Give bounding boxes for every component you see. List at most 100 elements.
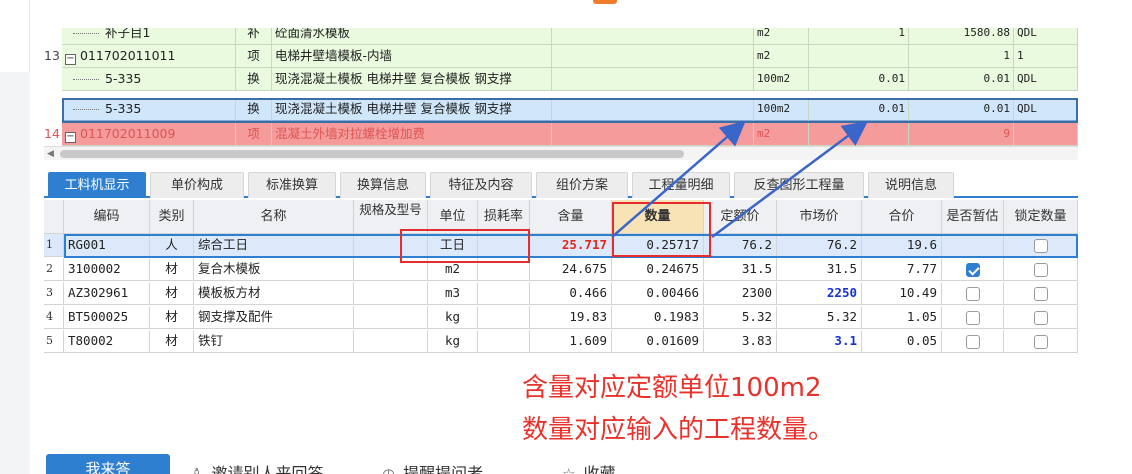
- material-category-cell[interactable]: 材: [150, 258, 194, 281]
- bill-feature-cell[interactable]: [552, 45, 754, 68]
- material-category-cell[interactable]: 材: [150, 306, 194, 329]
- scroll-left-arrow-icon[interactable]: ◀: [47, 149, 54, 159]
- bill-feature-cell[interactable]: [552, 28, 754, 45]
- header-code[interactable]: 编码: [64, 200, 150, 234]
- remind-asker-link[interactable]: ◷ 提醒提问者 ⌄: [382, 460, 501, 474]
- bill-unit-cell[interactable]: m2: [754, 123, 809, 146]
- bill-extra-cell[interactable]: [1014, 123, 1078, 146]
- bill-quantity-cell[interactable]: 1: [909, 45, 1014, 68]
- header-loss-rate[interactable]: 损耗率: [478, 200, 530, 234]
- bill-unit-cell[interactable]: 100m2: [754, 68, 809, 91]
- bill-code-cell[interactable]: 5-335: [62, 98, 236, 121]
- header-spec[interactable]: 规格及型号: [354, 200, 428, 234]
- bill-code-cell[interactable]: −011702011009: [62, 123, 236, 146]
- material-content-cell[interactable]: 25.717: [530, 234, 612, 257]
- bill-row[interactable]: 补子目1 补砼面清水模板 m2 1 1580.88 QDL: [44, 28, 1078, 45]
- favorite-link[interactable]: ☆ 收藏: [562, 460, 615, 474]
- material-market-price-cell[interactable]: 3.1: [777, 330, 862, 353]
- material-unit-cell[interactable]: kg: [428, 330, 478, 353]
- provisional-cell[interactable]: [942, 234, 1004, 257]
- material-loss-cell[interactable]: [478, 258, 530, 281]
- material-unit-cell[interactable]: m2: [428, 258, 478, 281]
- bill-quantity-expression-cell[interactable]: 0.01: [809, 68, 909, 91]
- bill-extra-cell[interactable]: QDL: [1014, 98, 1078, 121]
- material-spec-cell[interactable]: [354, 234, 428, 257]
- provisional-cell[interactable]: [942, 306, 1004, 329]
- header-quantity[interactable]: 数量: [612, 200, 704, 234]
- lock-quantity-cell[interactable]: [1004, 258, 1078, 281]
- tab-1[interactable]: 工料机显示: [48, 172, 146, 198]
- provisional-checkbox[interactable]: [965, 310, 980, 325]
- material-quantity-cell[interactable]: 0.1983: [612, 306, 704, 329]
- tab-8[interactable]: 反查图形工程量: [734, 172, 864, 198]
- bill-code-cell[interactable]: 补子目1: [62, 28, 236, 45]
- bill-type-cell[interactable]: 补: [236, 28, 272, 45]
- table-row[interactable]: 3 AZ302961 材模板板方材 m3 0.466 0.00466 2300 2250 10.…: [44, 282, 1078, 305]
- lock-quantity-checkbox[interactable]: [1033, 286, 1048, 301]
- material-quota-price-cell[interactable]: 3.83: [704, 330, 777, 353]
- material-unit-cell[interactable]: m3: [428, 282, 478, 305]
- bill-quantity-cell[interactable]: 0.01: [909, 98, 1014, 121]
- bill-quantity-expression-cell[interactable]: [809, 123, 909, 146]
- material-market-price-cell[interactable]: 5.32: [777, 306, 862, 329]
- material-quota-price-cell[interactable]: 5.32: [704, 306, 777, 329]
- bill-quantity-expression-cell[interactable]: [809, 45, 909, 68]
- bill-feature-cell[interactable]: [552, 98, 754, 121]
- table-row[interactable]: 4 BT500025 材钢支撑及配件 kg 19.83 0.1983 5.32 5.32 1.0…: [44, 306, 1078, 329]
- material-code-cell[interactable]: 3100002: [64, 258, 150, 281]
- tab-6[interactable]: 组价方案: [536, 172, 628, 198]
- material-loss-cell[interactable]: [478, 306, 530, 329]
- tab-3[interactable]: 标准换算: [248, 172, 336, 198]
- material-spec-cell[interactable]: [354, 258, 428, 281]
- lock-quantity-cell[interactable]: [1004, 306, 1078, 329]
- material-quota-price-cell[interactable]: 31.5: [704, 258, 777, 281]
- table-row[interactable]: 2 3100002 材复合木模板 m2 24.675 0.24675 31.5 31.5 7.7…: [44, 258, 1078, 281]
- bill-type-cell[interactable]: 换: [236, 68, 272, 91]
- material-quantity-cell[interactable]: 0.25717: [612, 234, 704, 257]
- material-quota-price-cell[interactable]: 76.2: [704, 234, 777, 257]
- provisional-cell[interactable]: [942, 282, 1004, 305]
- material-market-price-cell[interactable]: 2250: [777, 282, 862, 305]
- header-category[interactable]: 类别: [150, 200, 194, 234]
- tab-4[interactable]: 换算信息: [340, 172, 426, 198]
- material-total-price-cell[interactable]: 19.6: [862, 234, 942, 257]
- bill-name-cell[interactable]: 混凝土外墙对拉螺栓增加费: [272, 123, 552, 146]
- bill-type-cell[interactable]: 项: [236, 45, 272, 68]
- bill-row[interactable]: 5-335 换现浇混凝土模板 电梯井壁 复合模板 钢支撑 100m2 0.01 0.01…: [44, 68, 1078, 91]
- material-name-cell[interactable]: 复合木模板: [194, 258, 354, 281]
- provisional-checkbox[interactable]: [965, 286, 980, 301]
- material-spec-cell[interactable]: [354, 330, 428, 353]
- lock-quantity-checkbox[interactable]: [1033, 310, 1048, 325]
- table-row[interactable]: 1 RG001 人综合工日 工日 25.717 0.25717 76.2 76.2 19.6: [44, 234, 1078, 257]
- bill-name-cell[interactable]: 现浇混凝土模板 电梯井壁 复合模板 钢支撑: [272, 98, 552, 121]
- material-name-cell[interactable]: 钢支撑及配件: [194, 306, 354, 329]
- material-quantity-cell[interactable]: 0.24675: [612, 258, 704, 281]
- material-spec-cell[interactable]: [354, 282, 428, 305]
- bill-name-cell[interactable]: 电梯井壁墙模板-内墙: [272, 45, 552, 68]
- bill-unit-cell[interactable]: m2: [754, 28, 809, 45]
- material-loss-cell[interactable]: [478, 282, 530, 305]
- bill-quantity-cell[interactable]: 0.01: [909, 68, 1014, 91]
- material-category-cell[interactable]: 人: [150, 234, 194, 257]
- material-loss-cell[interactable]: [478, 234, 530, 257]
- lock-quantity-checkbox[interactable]: [1033, 238, 1048, 253]
- material-total-price-cell[interactable]: 1.05: [862, 306, 942, 329]
- bill-name-cell[interactable]: 砼面清水模板: [272, 28, 552, 45]
- material-code-cell[interactable]: RG001: [64, 234, 150, 257]
- header-unit[interactable]: 单位: [428, 200, 478, 234]
- table-row[interactable]: 5 T80002 材铁钉 kg 1.609 0.01609 3.83 3.1 0.05: [44, 330, 1078, 353]
- header-name[interactable]: 名称: [194, 200, 354, 234]
- bill-quantity-expression-cell[interactable]: 0.01: [809, 98, 909, 121]
- scrollbar-thumb[interactable]: [60, 150, 684, 158]
- bill-quantity-expression-cell[interactable]: 1: [809, 28, 909, 45]
- header-lock-quantity[interactable]: 锁定数量: [1004, 200, 1078, 234]
- material-code-cell[interactable]: BT500025: [64, 306, 150, 329]
- provisional-checkbox[interactable]: [965, 262, 980, 277]
- material-code-cell[interactable]: AZ302961: [64, 282, 150, 305]
- material-content-cell[interactable]: 19.83: [530, 306, 612, 329]
- answer-button[interactable]: 我来答: [46, 454, 170, 474]
- header-market-price[interactable]: 市场价: [777, 200, 862, 234]
- material-total-price-cell[interactable]: 0.05: [862, 330, 942, 353]
- bill-row[interactable]: 14−011702011009 项混凝土外墙对拉螺栓增加费 m2 9: [44, 123, 1078, 146]
- provisional-checkbox[interactable]: [965, 334, 980, 349]
